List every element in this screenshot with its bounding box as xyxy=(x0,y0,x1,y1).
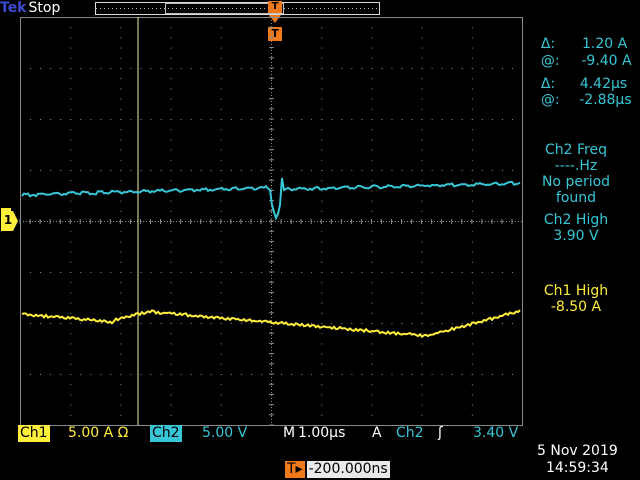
trigger-position-value: -200.000ns xyxy=(306,461,390,478)
ch1-high-measurement: Ch1 High -8.50 A xyxy=(528,283,624,315)
measurement-note: found xyxy=(555,190,597,206)
trigger-source[interactable]: Ch2 xyxy=(396,425,424,442)
ch1-label[interactable]: Ch1 xyxy=(18,425,50,442)
measurement-value: ----.Hz xyxy=(554,158,598,174)
trigger-position-icon: T▸ xyxy=(285,461,305,478)
ch2-high-measurement: Ch2 High 3.90 V xyxy=(528,212,624,244)
timebase-value[interactable]: 1.00µs xyxy=(298,425,345,442)
trigger-mode: A xyxy=(372,425,382,441)
ch2-freq-measurement: Ch2 Freq ----.Hz No period found xyxy=(528,142,624,206)
timebase-prefix: M xyxy=(283,425,296,441)
ch2-label[interactable]: Ch2 xyxy=(150,425,182,442)
measurement-note: No period xyxy=(541,174,611,190)
graticule xyxy=(19,16,523,426)
measurement-value: 3.90 V xyxy=(553,228,599,244)
measurement-label: Ch2 Freq xyxy=(545,142,607,158)
measurement-label: Ch1 High xyxy=(543,283,609,299)
settings-bar: Ch1 5.00 A Ω Ch2 5.00 V M 1.00µs A Ch2 ʃ… xyxy=(18,425,524,442)
date-label: 5 Nov 2019 xyxy=(537,443,618,459)
measurement-value: -8.50 A xyxy=(550,299,602,315)
datetime-display: 5 Nov 2019 14:59:34 xyxy=(537,443,618,477)
measurement-label: Ch2 High xyxy=(543,212,609,228)
ch2-scale[interactable]: 5.00 V xyxy=(202,425,247,442)
ch1-scale[interactable]: 5.00 A Ω xyxy=(68,425,128,442)
trigger-level[interactable]: 3.40 V xyxy=(473,425,518,442)
time-label: 14:59:34 xyxy=(545,460,609,476)
trigger-position-readout[interactable]: T▸ -200.000ns xyxy=(285,461,390,478)
trigger-slope-icon[interactable]: ʃ xyxy=(438,425,443,442)
time-at-readout: @: -2.88µs xyxy=(540,92,632,108)
ch1-marker-label: 1 xyxy=(3,213,13,227)
